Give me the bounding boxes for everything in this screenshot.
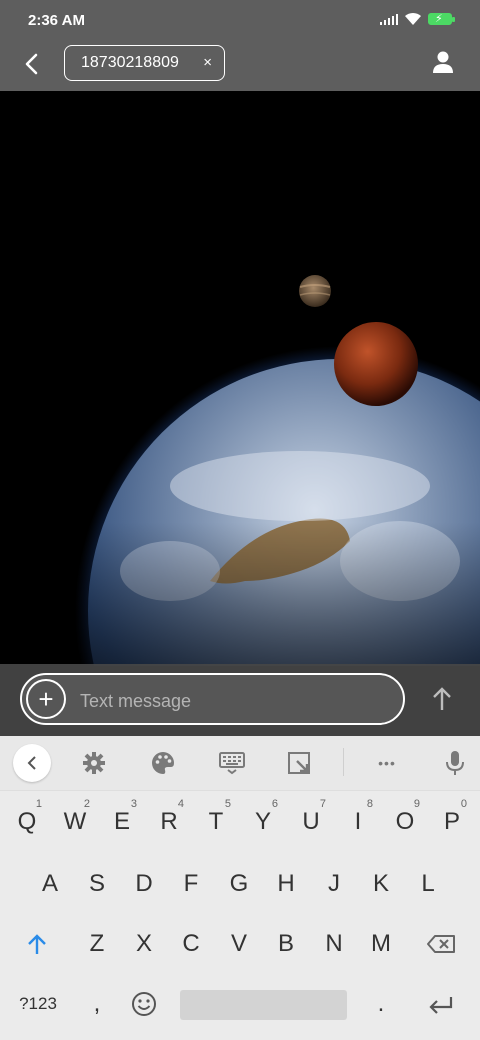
compose-bar: + <box>0 664 480 736</box>
voice-input-button[interactable] <box>441 749 469 777</box>
smiley-icon <box>132 992 156 1016</box>
shift-arrow-icon <box>28 934 46 954</box>
collapse-keyboard-button[interactable] <box>13 744 51 782</box>
key-m[interactable]: M <box>358 919 404 969</box>
send-button[interactable] <box>430 686 456 714</box>
key-y[interactable]: 6Y <box>240 792 286 842</box>
keyboard-toolbar: ••• <box>0 736 480 791</box>
key-q[interactable]: 1Q <box>4 792 50 842</box>
back-button[interactable] <box>18 50 46 78</box>
key-w[interactable]: 2W <box>52 792 98 842</box>
settings-button[interactable] <box>80 749 108 777</box>
signal-icon <box>380 13 398 25</box>
key-x[interactable]: X <box>121 919 167 969</box>
delete-key[interactable] <box>418 919 464 969</box>
conversation-area <box>0 91 480 666</box>
keyboard: ••• 1Q 2W 3E 4R 5T 6Y 7U 8I 9O 0P A S D … <box>0 736 480 1040</box>
enter-icon <box>429 997 453 1014</box>
key-e[interactable]: 3E <box>99 792 145 842</box>
key-u[interactable]: 7U <box>288 792 334 842</box>
message-input[interactable] <box>78 687 392 715</box>
resize-button[interactable] <box>285 749 313 777</box>
key-z[interactable]: Z <box>74 919 120 969</box>
backspace-icon <box>427 935 455 953</box>
key-i[interactable]: 8I <box>335 792 381 842</box>
status-icons: ⚡ <box>380 12 455 26</box>
resize-icon <box>288 752 310 774</box>
recipient-number: 18730218809 <box>81 54 179 71</box>
keyboard-icon <box>219 752 245 775</box>
key-k[interactable]: K <box>358 859 404 909</box>
enter-key[interactable] <box>418 979 464 1029</box>
message-field[interactable]: + <box>20 673 405 725</box>
plus-icon: + <box>38 683 54 714</box>
palette-icon <box>152 752 174 774</box>
key-p[interactable]: 0P <box>429 792 475 842</box>
spacebar[interactable] <box>180 990 347 1020</box>
battery-charging-icon: ⚡ <box>428 13 455 25</box>
key-f[interactable]: F <box>168 859 214 909</box>
remove-recipient-icon[interactable]: × <box>203 54 212 71</box>
key-j[interactable]: J <box>311 859 357 909</box>
symbols-key[interactable]: ?123 <box>15 979 61 1029</box>
chevron-left-icon <box>25 53 38 75</box>
period-key[interactable]: . <box>358 979 404 1029</box>
key-o[interactable]: 9O <box>382 792 428 842</box>
arrow-up-icon <box>433 687 451 710</box>
attach-button[interactable]: + <box>26 679 66 719</box>
contact-button[interactable] <box>432 50 456 76</box>
chevron-left-icon <box>27 756 36 770</box>
key-b[interactable]: B <box>263 919 309 969</box>
wifi-icon <box>405 12 421 25</box>
key-v[interactable]: V <box>216 919 262 969</box>
toolbar-divider <box>343 748 344 776</box>
key-s[interactable]: S <box>74 859 120 909</box>
comma-key[interactable]: , <box>74 979 120 1029</box>
emoji-key[interactable] <box>121 979 167 1029</box>
status-bar: 2:36 AM ⚡ <box>0 0 480 42</box>
app-header: 18730218809 × <box>0 42 480 91</box>
key-a[interactable]: A <box>27 859 73 909</box>
key-c[interactable]: C <box>168 919 214 969</box>
theme-button[interactable] <box>149 749 177 777</box>
person-icon <box>433 51 453 73</box>
status-time: 2:36 AM <box>28 12 85 29</box>
space-wallpaper <box>0 91 480 666</box>
shift-key[interactable] <box>14 919 60 969</box>
gear-icon <box>83 752 105 774</box>
key-t[interactable]: 5T <box>193 792 239 842</box>
recipient-chip[interactable]: 18730218809 × <box>64 45 225 81</box>
key-h[interactable]: H <box>263 859 309 909</box>
key-l[interactable]: L <box>405 859 451 909</box>
key-n[interactable]: N <box>311 919 357 969</box>
more-icon[interactable]: ••• <box>372 749 402 777</box>
key-d[interactable]: D <box>121 859 167 909</box>
key-g[interactable]: G <box>216 859 262 909</box>
mic-icon <box>446 751 464 775</box>
key-r[interactable]: 4R <box>146 792 192 842</box>
keyboard-layout-button[interactable] <box>218 749 246 777</box>
